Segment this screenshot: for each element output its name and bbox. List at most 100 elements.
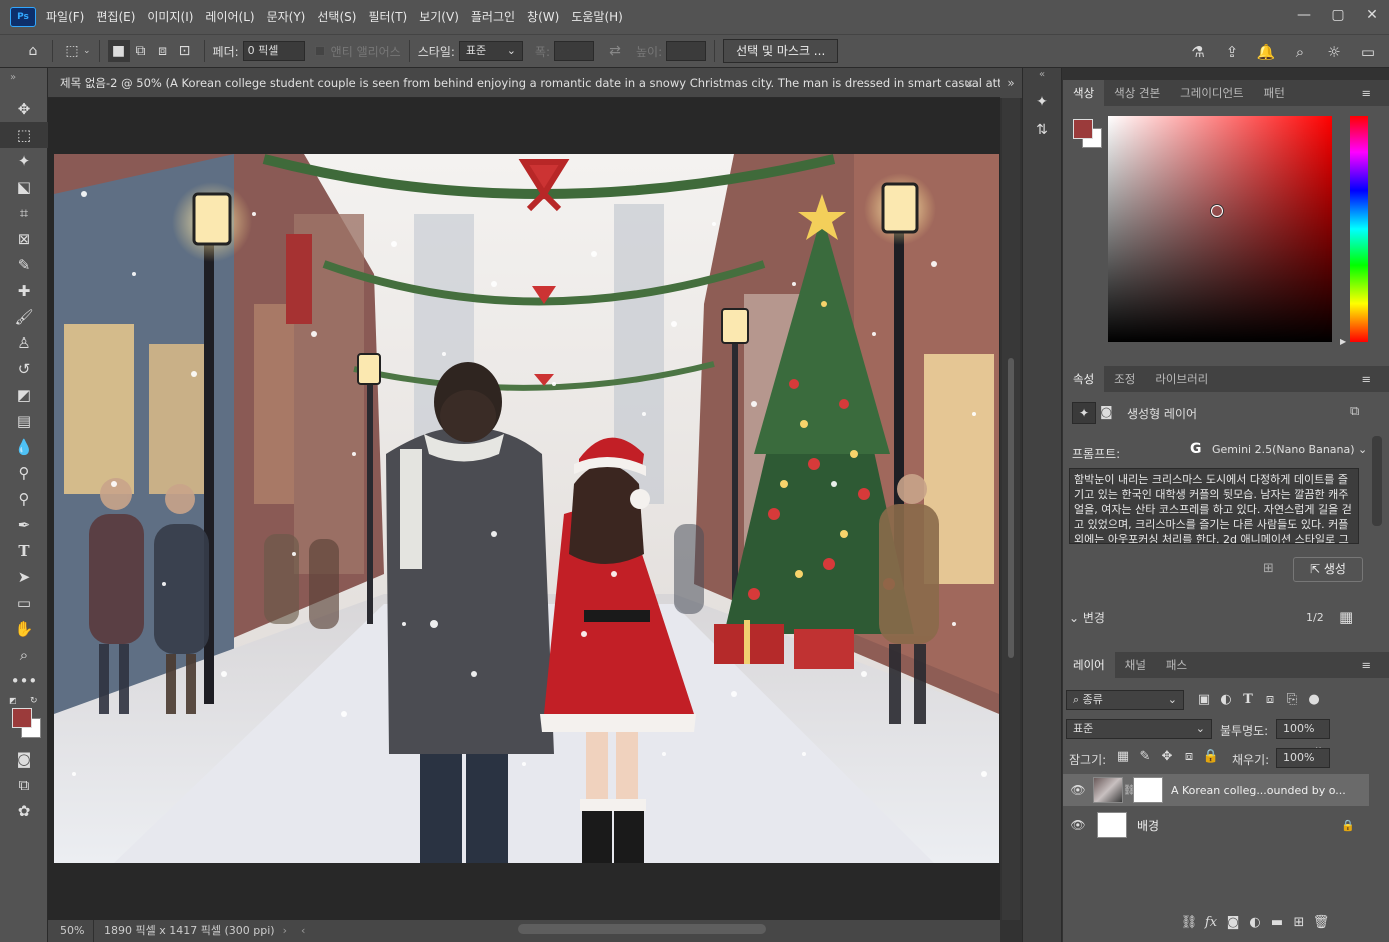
home-icon[interactable]: ⌂ [22,40,44,62]
color-picker-cursor[interactable] [1211,205,1223,217]
screen-mode-icon[interactable]: ⧉ [0,772,48,798]
filter-toggle-icon[interactable]: ● [1303,692,1325,707]
share-icon[interactable]: ⇪ [1217,37,1247,67]
scroll-left-icon[interactable]: ‹ [301,920,305,942]
style-select[interactable]: 표준 ⌄ [458,41,523,61]
model-select[interactable]: Gemini 2.5(Nano Banana) ⌄ [1212,443,1367,456]
rectangle-tool-icon[interactable]: ▭ [0,590,48,616]
document-canvas-image[interactable] [54,154,999,863]
lock-all-icon[interactable]: 🔒 [1200,749,1222,764]
tab-swatches[interactable]: 색상 견본 [1104,80,1170,106]
type-tool-icon[interactable]: T [0,538,48,564]
menu-select[interactable]: 선택(S) [311,0,362,34]
generate-button[interactable]: ⇱ 생성 [1293,557,1363,582]
color-foreground-swatch[interactable] [1073,119,1093,139]
stamp-tool-icon[interactable]: ♙ [0,330,48,356]
bell-icon[interactable]: 🔔 [1251,37,1281,67]
lightbulb-icon[interactable]: ☼ [1319,37,1349,67]
antialias-checkbox[interactable] [314,46,325,56]
tab-channels[interactable]: 채널 [1115,652,1156,678]
expand-panels-icon[interactable]: » [1000,68,1022,98]
tab-paths[interactable]: 패스 [1156,652,1197,678]
history-brush-icon[interactable]: ↺ [0,356,48,382]
new-group-icon[interactable]: ▬ [1266,915,1288,930]
workspace-icon[interactable]: ▭ [1353,37,1383,67]
close-window-button[interactable]: ✕ [1355,0,1389,30]
healing-brush-icon[interactable]: ✚ [0,278,48,304]
horizontal-scrollbar-thumb[interactable] [518,924,766,934]
blur-tool-icon[interactable]: 💧 [0,434,48,460]
shape-filter-icon[interactable]: ⧈ [1259,692,1281,707]
menu-view[interactable]: 보기(V) [413,0,465,34]
collapse-icon[interactable]: « [1023,68,1061,94]
tab-libraries[interactable]: 라이브러리 [1145,366,1218,392]
object-select-tool-icon[interactable]: ⬕ [0,174,48,200]
tab-layers[interactable]: 레이어 [1063,652,1115,678]
lock-transparent-icon[interactable]: ▦ [1112,749,1134,764]
tab-color[interactable]: 색상 [1063,80,1105,106]
gradient-tool-icon[interactable]: ▤ [0,408,48,434]
height-input[interactable] [666,41,707,61]
hand-tool-icon[interactable]: ✋ [0,616,48,642]
new-layer-icon[interactable]: ⊞ [1288,915,1310,930]
default-colors-icon[interactable]: ◩ [9,696,17,705]
layer-filter-select[interactable]: ⌕ 종류 ⌄ [1066,690,1184,710]
move-tool-icon[interactable]: ✥ [0,96,48,122]
properties-options-icon[interactable]: ⧉ [1350,404,1359,419]
layer-row[interactable]: 👁 ⛓ A Korean colleg...ounded by o... [1063,774,1369,806]
tab-adjustments[interactable]: 조정 [1104,366,1145,392]
quick-mask-icon[interactable]: ◙ [0,746,48,772]
chevron-down-icon[interactable]: ⌄ [83,46,91,56]
panel-menu-icon[interactable]: ≡ [1351,652,1381,678]
path-select-icon[interactable]: ➤ [0,564,48,590]
swap-icon[interactable]: ⇄ [604,40,626,62]
eyedropper-tool-icon[interactable]: ✎ [0,252,48,278]
close-tab-icon[interactable]: × [964,68,974,97]
generative-icon[interactable]: ✿ [0,798,48,824]
fill-input[interactable]: 100%⌄ [1276,748,1330,782]
link-icon[interactable]: ⛓ [1123,785,1136,796]
menu-filter[interactable]: 필터(T) [362,0,413,34]
menu-plugins[interactable]: 플러그인 [465,0,521,34]
add-selection-icon[interactable]: ⧉ [130,40,152,62]
menu-edit[interactable]: 편집(E) [90,0,141,34]
vertical-scrollbar[interactable] [1002,98,1020,920]
quick-select-tool-icon[interactable]: ✦ [0,148,48,174]
panel-menu-icon[interactable]: ≡ [1351,366,1381,392]
link-layers-icon[interactable]: ⛓ [1178,915,1200,930]
menu-image[interactable]: 이미지(I) [141,0,199,34]
menu-window[interactable]: 창(W) [521,0,565,34]
delete-layer-icon[interactable]: 🗑 [1310,915,1332,930]
saturation-value-field[interactable] [1108,116,1332,342]
pen-tool-icon[interactable]: ✒ [0,512,48,538]
adjustment-layer-icon[interactable]: ◐ [1244,915,1266,930]
intersect-selection-icon[interactable]: ⊡ [174,40,196,62]
feather-input[interactable]: 0 픽셀 [242,41,305,61]
lock-icon[interactable]: 🔒 [1341,819,1355,832]
grid-view-icon[interactable]: ▦ [1339,608,1353,626]
brush-tool-icon[interactable]: 🖌 [0,304,48,330]
eye-icon[interactable]: 👁 [1063,783,1093,797]
pixel-filter-icon[interactable]: ▣ [1193,692,1215,707]
dodge-tool-icon[interactable]: ⚲ [0,460,48,486]
menu-type[interactable]: 문자(Y) [261,0,312,34]
hue-slider[interactable] [1350,116,1368,342]
panel-menu-icon[interactable]: ≡ [1351,80,1381,106]
hue-pointer-icon[interactable]: ▶ [1340,337,1346,346]
type-filter-icon[interactable]: T [1237,692,1259,707]
frame-tool-icon[interactable]: ⊠ [0,226,48,252]
width-input[interactable] [554,41,594,61]
subtract-selection-icon[interactable]: ⧈ [152,40,174,62]
document-tab[interactable]: 제목 없음-2 @ 50% (A Korean college student … [48,68,1000,98]
eye-icon[interactable]: 👁 [1063,818,1093,832]
zoom-level[interactable]: 50% [48,920,94,942]
new-selection-icon[interactable]: ■ [107,40,130,62]
marquee-preset-icon[interactable]: ⬚ [61,40,83,62]
tab-gradients[interactable]: 그레이디언트 [1170,80,1253,106]
opacity-input[interactable]: 100% ⌄ [1276,719,1330,753]
zoom-lens-icon[interactable]: ⚲ [0,486,48,512]
adjustment-filter-icon[interactable]: ◐ [1215,692,1237,707]
lock-artboard-icon[interactable]: ⧈ [1178,749,1200,764]
add-mask-icon[interactable]: ◙ [1222,915,1244,930]
flask-icon[interactable]: ⚗ [1183,37,1213,67]
